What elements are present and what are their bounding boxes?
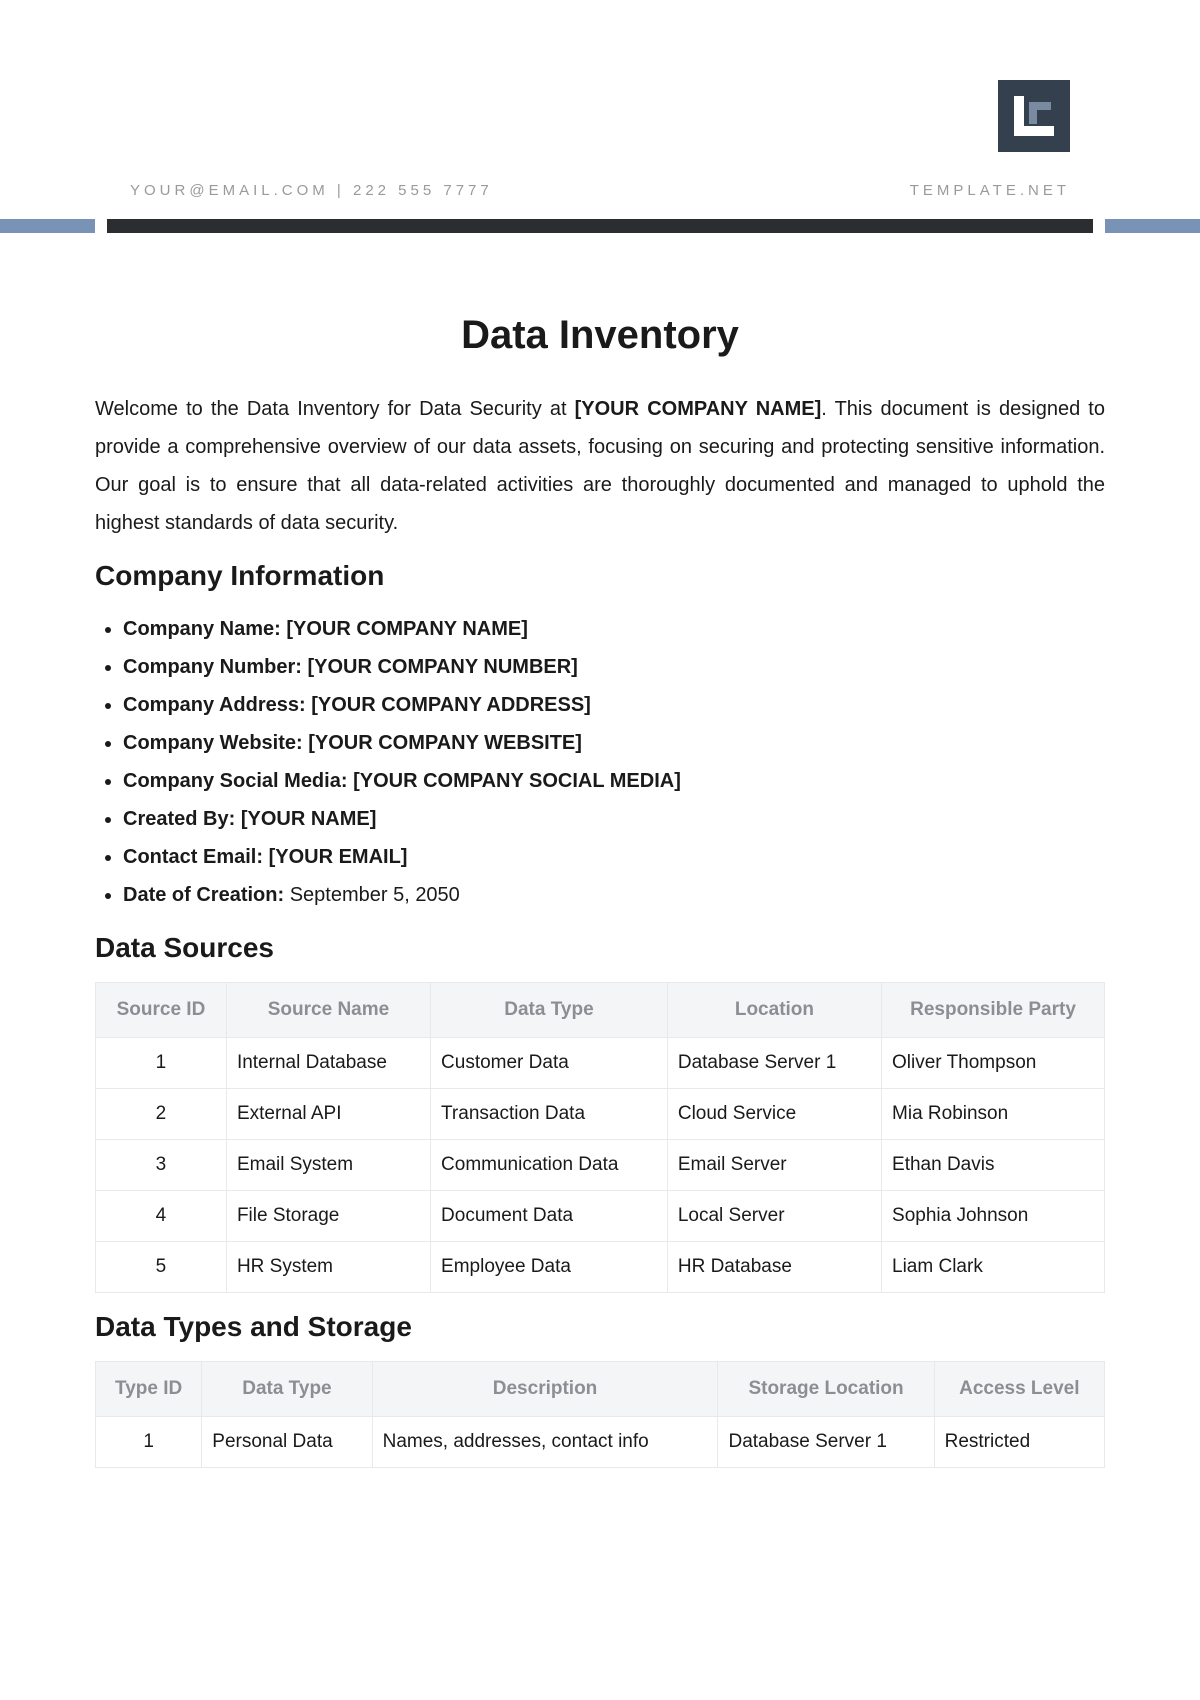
table-header: Storage Location — [718, 1362, 934, 1417]
table-cell: Employee Data — [431, 1242, 668, 1293]
table-cell: Cloud Service — [667, 1089, 881, 1140]
table-header: Access Level — [934, 1362, 1104, 1417]
table-header: Source ID — [96, 983, 227, 1038]
table-cell: Email Server — [667, 1140, 881, 1191]
table-cell: Document Data — [431, 1191, 668, 1242]
header-email: YOUR@EMAIL.COM — [130, 182, 329, 199]
header-separator: | — [329, 182, 353, 199]
table-header-row: Source ID Source Name Data Type Location… — [96, 983, 1105, 1038]
info-label: Contact Email: — [123, 846, 269, 868]
table-cell: 4 — [96, 1191, 227, 1242]
table-cell: 1 — [96, 1038, 227, 1089]
table-cell: Personal Data — [202, 1417, 372, 1468]
table-cell: Communication Data — [431, 1140, 668, 1191]
data-sources-table: Source ID Source Name Data Type Location… — [95, 982, 1105, 1293]
table-header: Responsible Party — [882, 983, 1105, 1038]
intro-before: Welcome to the Data Inventory for Data S… — [95, 398, 575, 420]
list-item: Company Website: [YOUR COMPANY WEBSITE] — [123, 724, 1105, 762]
info-value: September 5, 2050 — [290, 884, 460, 906]
info-value: [YOUR COMPANY ADDRESS] — [311, 694, 591, 716]
document-content: Data Inventory Welcome to the Data Inven… — [0, 233, 1200, 1526]
intro-paragraph: Welcome to the Data Inventory for Data S… — [95, 390, 1105, 542]
data-types-table: Type ID Data Type Description Storage Lo… — [95, 1361, 1105, 1468]
data-types-heading: Data Types and Storage — [95, 1311, 1105, 1343]
table-header-row: Type ID Data Type Description Storage Lo… — [96, 1362, 1105, 1417]
info-value: [YOUR NAME] — [241, 808, 377, 830]
table-cell: Ethan Davis — [882, 1140, 1105, 1191]
table-cell: Liam Clark — [882, 1242, 1105, 1293]
logo-icon — [998, 80, 1070, 152]
table-cell: Sophia Johnson — [882, 1191, 1105, 1242]
table-cell: External API — [226, 1089, 430, 1140]
table-header: Source Name — [226, 983, 430, 1038]
info-label: Created By: — [123, 808, 241, 830]
table-header: Data Type — [431, 983, 668, 1038]
info-label: Company Number: — [123, 656, 307, 678]
info-value: [YOUR EMAIL] — [269, 846, 408, 868]
list-item: Company Social Media: [YOUR COMPANY SOCI… — [123, 762, 1105, 800]
list-item: Contact Email: [YOUR EMAIL] — [123, 838, 1105, 876]
table-row: 1 Personal Data Names, addresses, contac… — [96, 1417, 1105, 1468]
table-row: 4 File Storage Document Data Local Serve… — [96, 1191, 1105, 1242]
table-cell: Transaction Data — [431, 1089, 668, 1140]
table-cell: 1 — [96, 1417, 202, 1468]
page-title: Data Inventory — [95, 313, 1105, 358]
info-label: Company Website: — [123, 732, 308, 754]
table-cell: Local Server — [667, 1191, 881, 1242]
table-row: 5 HR System Employee Data HR Database Li… — [96, 1242, 1105, 1293]
info-label: Date of Creation: — [123, 884, 290, 906]
table-cell: File Storage — [226, 1191, 430, 1242]
site-label: TEMPLATE.NET — [910, 182, 1070, 199]
info-label: Company Name: — [123, 618, 286, 640]
header-right: TEMPLATE.NET — [910, 80, 1070, 199]
header-contact: YOUR@EMAIL.COM | 222 555 7777 — [130, 182, 493, 199]
company-info-list: Company Name: [YOUR COMPANY NAME] Compan… — [95, 610, 1105, 914]
document-header: YOUR@EMAIL.COM | 222 555 7777 TEMPLATE.N… — [0, 0, 1200, 219]
table-cell: Internal Database — [226, 1038, 430, 1089]
info-value: [YOUR COMPANY SOCIAL MEDIA] — [353, 770, 681, 792]
company-info-heading: Company Information — [95, 560, 1105, 592]
divider-bar — [0, 219, 1200, 233]
table-cell: 2 — [96, 1089, 227, 1140]
table-cell: Customer Data — [431, 1038, 668, 1089]
table-cell: HR Database — [667, 1242, 881, 1293]
table-header: Data Type — [202, 1362, 372, 1417]
table-cell: 5 — [96, 1242, 227, 1293]
table-header: Type ID — [96, 1362, 202, 1417]
table-row: 3 Email System Communication Data Email … — [96, 1140, 1105, 1191]
table-cell: Oliver Thompson — [882, 1038, 1105, 1089]
table-cell: Mia Robinson — [882, 1089, 1105, 1140]
list-item: Company Number: [YOUR COMPANY NUMBER] — [123, 648, 1105, 686]
table-cell: Database Server 1 — [667, 1038, 881, 1089]
table-cell: Email System — [226, 1140, 430, 1191]
info-label: Company Social Media: — [123, 770, 353, 792]
data-sources-heading: Data Sources — [95, 932, 1105, 964]
table-row: 2 External API Transaction Data Cloud Se… — [96, 1089, 1105, 1140]
table-cell: 3 — [96, 1140, 227, 1191]
info-value: [YOUR COMPANY NAME] — [286, 618, 527, 640]
intro-placeholder: [YOUR COMPANY NAME] — [575, 398, 822, 420]
table-cell: Restricted — [934, 1417, 1104, 1468]
info-value: [YOUR COMPANY WEBSITE] — [308, 732, 582, 754]
info-label: Company Address: — [123, 694, 311, 716]
info-value: [YOUR COMPANY NUMBER] — [307, 656, 577, 678]
table-row: 1 Internal Database Customer Data Databa… — [96, 1038, 1105, 1089]
list-item: Created By: [YOUR NAME] — [123, 800, 1105, 838]
table-cell: Names, addresses, contact info — [372, 1417, 718, 1468]
header-phone: 222 555 7777 — [353, 182, 493, 199]
list-item: Company Address: [YOUR COMPANY ADDRESS] — [123, 686, 1105, 724]
list-item: Company Name: [YOUR COMPANY NAME] — [123, 610, 1105, 648]
table-cell: Database Server 1 — [718, 1417, 934, 1468]
table-header: Location — [667, 983, 881, 1038]
table-header: Description — [372, 1362, 718, 1417]
list-item: Date of Creation: September 5, 2050 — [123, 876, 1105, 914]
table-cell: HR System — [226, 1242, 430, 1293]
